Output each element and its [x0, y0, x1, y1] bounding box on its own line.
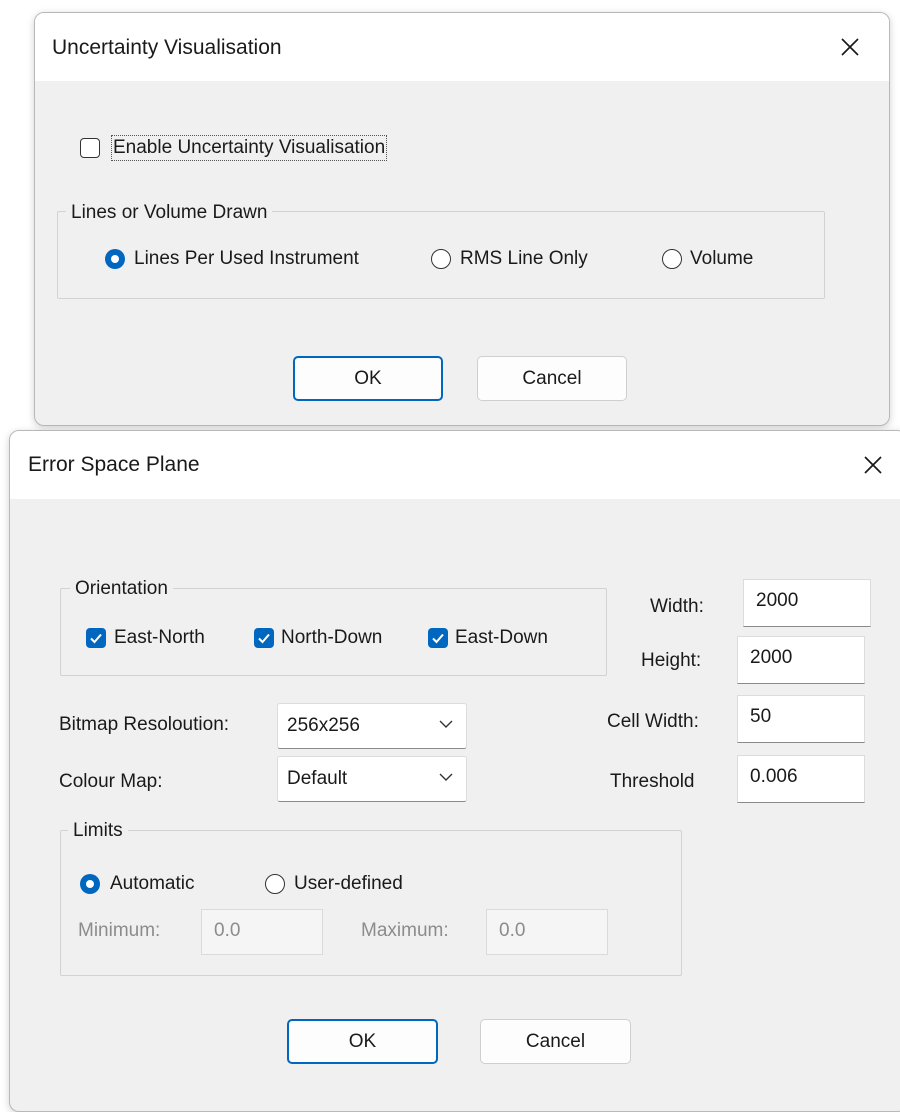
cell-width-input[interactable]: 50 — [737, 695, 865, 743]
limits-group-title: Limits — [68, 820, 128, 842]
close-icon[interactable] — [860, 452, 886, 478]
east-north-checkbox[interactable] — [86, 628, 106, 648]
title-bar: Error Space Plane — [10, 431, 900, 499]
chevron-down-icon — [438, 719, 454, 729]
dialog-title: Error Space Plane — [28, 453, 200, 476]
ok-button[interactable]: OK — [293, 356, 443, 401]
radio-volume[interactable] — [662, 249, 682, 269]
radio-rms-line-only[interactable] — [431, 249, 451, 269]
uncertainty-visualisation-dialog: Uncertainty Visualisation Enable Uncerta… — [34, 12, 890, 426]
radio-user-defined[interactable] — [265, 874, 285, 894]
lines-or-volume-group-title: Lines or Volume Drawn — [66, 202, 273, 224]
colour-map-label: Colour Map: — [59, 771, 163, 792]
radio-automatic-label[interactable]: Automatic — [110, 873, 194, 895]
cancel-button[interactable]: Cancel — [480, 1019, 631, 1064]
orientation-group-title: Orientation — [70, 578, 173, 600]
east-down-label[interactable]: East-Down — [455, 627, 548, 649]
radio-user-defined-label[interactable]: User-defined — [294, 873, 403, 895]
cancel-button[interactable]: Cancel — [477, 356, 627, 401]
radio-lines-per-instrument-label[interactable]: Lines Per Used Instrument — [134, 248, 359, 270]
threshold-input[interactable]: 0.006 — [737, 755, 865, 803]
minimum-label: Minimum: — [78, 920, 161, 941]
east-north-label[interactable]: East-North — [114, 627, 205, 649]
minimum-input: 0.0 — [201, 909, 323, 955]
enable-uncertainty-checkbox[interactable] — [80, 138, 100, 158]
chevron-down-icon — [438, 772, 454, 782]
north-down-label[interactable]: North-Down — [281, 627, 382, 649]
width-input[interactable]: 2000 — [743, 579, 871, 627]
enable-uncertainty-label[interactable]: Enable Uncertainty Visualisation — [110, 135, 388, 161]
east-down-checkbox[interactable] — [428, 628, 448, 648]
bitmap-resolution-select[interactable]: 256x256 — [277, 703, 467, 749]
dialog-title: Uncertainty Visualisation — [52, 36, 282, 59]
ok-button[interactable]: OK — [287, 1019, 438, 1064]
error-space-plane-dialog: Error Space Plane Orientation East-North… — [9, 430, 900, 1112]
width-label: Width: — [650, 596, 704, 617]
bitmap-resolution-value: 256x256 — [287, 715, 360, 736]
colour-map-select[interactable]: Default — [277, 756, 467, 802]
height-label: Height: — [641, 650, 702, 671]
cell-width-label: Cell Width: — [607, 711, 699, 732]
title-bar: Uncertainty Visualisation — [35, 13, 889, 81]
threshold-label: Threshold — [610, 771, 695, 792]
radio-rms-line-only-label[interactable]: RMS Line Only — [460, 248, 588, 270]
close-icon[interactable] — [837, 34, 863, 60]
colour-map-value: Default — [287, 768, 348, 789]
height-input[interactable]: 2000 — [737, 636, 865, 684]
maximum-input: 0.0 — [486, 909, 608, 955]
radio-automatic[interactable] — [80, 874, 100, 894]
bitmap-resolution-label: Bitmap Resoloution: — [59, 714, 230, 735]
radio-volume-label[interactable]: Volume — [690, 248, 753, 270]
radio-lines-per-instrument[interactable] — [105, 249, 125, 269]
maximum-label: Maximum: — [361, 920, 449, 941]
north-down-checkbox[interactable] — [254, 628, 274, 648]
